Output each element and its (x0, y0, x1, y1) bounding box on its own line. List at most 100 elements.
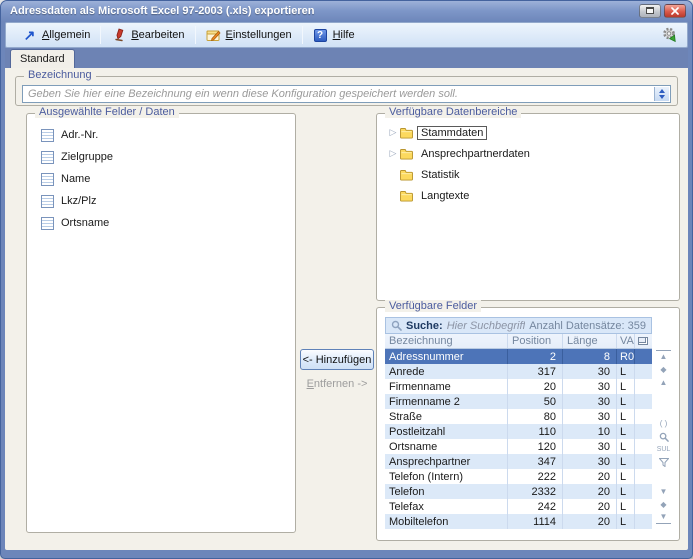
table-row[interactable]: Ortsname 120 30 L (385, 439, 652, 454)
toolbar-items: ↗ Allgemein Bearbeiten Einstellungen ? H… (14, 23, 363, 47)
cell-va: L (617, 394, 635, 409)
header-icon-cell[interactable] (635, 334, 651, 348)
cell-spacer (635, 379, 651, 394)
close-button[interactable] (664, 4, 686, 18)
field-search-bar[interactable]: Suche: Hier Suchbegriff eingebe Anzahl D… (385, 317, 652, 334)
add-button[interactable]: <- Hinzufügen (300, 349, 374, 370)
filter-icon[interactable] (656, 456, 671, 469)
toolbar-item-allgemein[interactable]: ↗ Allgemein (14, 26, 98, 45)
available-fields-group-label: Verfügbare Felder (385, 300, 481, 312)
scroll-top-icon[interactable]: ▲ (656, 350, 671, 363)
move-up-icon[interactable]: ◆ (656, 363, 671, 376)
bezeichnung-placeholder: Geben Sie hier eine Bezeichnung ein wenn… (28, 88, 458, 100)
fields-table: Bezeichnung Position Länge VA Adressnumm… (385, 334, 652, 529)
cell-spacer (635, 469, 651, 484)
cell-bezeichnung: Telefax (385, 499, 508, 514)
table-row[interactable]: Straße 80 30 L (385, 409, 652, 424)
tree-item-label: Stammdaten (417, 126, 487, 140)
cell-position: 20 (508, 379, 563, 394)
available-fields-group: Verfügbare Felder Suche: Hier Suchbegrif… (376, 307, 680, 541)
selected-field-item[interactable]: Adr.-Nr. (41, 124, 295, 146)
remove-button[interactable]: Entfernen -> (300, 378, 374, 390)
selected-fields-group-label: Ausgewählte Felder / Daten (35, 106, 179, 118)
cell-spacer (635, 424, 651, 439)
selected-fields-group: Ausgewählte Felder / Daten Adr.-Nr. Ziel… (26, 113, 296, 533)
expand-arrow-icon[interactable]: ▷ (387, 148, 399, 159)
cell-laenge: 30 (563, 409, 617, 424)
data-areas-tree: ▷ Stammdaten ▷ Ansprechpartnerdaten ▷ St (377, 114, 679, 206)
selected-field-item[interactable]: Zielgruppe (41, 146, 295, 168)
cell-spacer (635, 364, 651, 379)
toolbar-item-bearbeiten[interactable]: Bearbeiten (103, 26, 192, 45)
export-gear-icon[interactable] (661, 26, 679, 44)
cell-laenge: 20 (563, 484, 617, 499)
header-va[interactable]: VA (617, 334, 635, 348)
table-row[interactable]: Ansprechpartner 347 30 L (385, 454, 652, 469)
find-icon[interactable] (656, 430, 671, 443)
cell-bezeichnung: Ortsname (385, 439, 508, 454)
tree-item[interactable]: ▷ Stammdaten (387, 122, 679, 143)
help-icon: ? (313, 28, 328, 43)
table-row[interactable]: Adressnummer 2 8 R0 (385, 349, 652, 364)
table-row[interactable]: Telefon 2332 20 L (385, 484, 652, 499)
cell-va: L (617, 439, 635, 454)
toolbar-item-hilfe[interactable]: ? Hilfe (305, 26, 363, 45)
selected-field-label: Adr.-Nr. (61, 129, 98, 141)
fields-table-header[interactable]: Bezeichnung Position Länge VA (385, 334, 652, 349)
bezeichnung-group: Bezeichnung Geben Sie hier eine Bezeichn… (15, 76, 678, 106)
selected-field-label: Name (61, 173, 90, 185)
sum-icon[interactable]: SUL (656, 443, 671, 456)
titlebar: Adressdaten als Microsoft Excel 97-2003 … (1, 1, 692, 22)
window-title: Adressdaten als Microsoft Excel 97-2003 … (10, 5, 639, 17)
expand-arrow-icon[interactable]: ▷ (387, 127, 399, 138)
toolbar-item-label: Einstellungen (226, 29, 292, 41)
cell-bezeichnung: Postleitzahl (385, 424, 508, 439)
cell-bezeichnung: Firmenname 2 (385, 394, 508, 409)
edit-icon (111, 28, 126, 43)
table-field-icon (41, 195, 54, 208)
folder-icon (399, 127, 417, 139)
cell-spacer (635, 439, 651, 454)
table-row[interactable]: Mobiltelefon 1114 20 L (385, 514, 652, 529)
tree-item[interactable]: ▷ Ansprechpartnerdaten (387, 143, 679, 164)
page-up-icon[interactable]: ▲ (656, 376, 671, 389)
page-down-icon[interactable]: ▼ (656, 485, 671, 498)
tree-item-label: Statistik (417, 168, 464, 182)
table-row[interactable]: Postleitzahl 110 10 L (385, 424, 652, 439)
parentheses-icon[interactable]: ( ) (656, 417, 671, 430)
header-bezeichnung[interactable]: Bezeichnung (385, 334, 508, 348)
tree-item[interactable]: ▷ Statistik (387, 164, 679, 185)
header-laenge[interactable]: Länge (563, 334, 617, 348)
cell-position: 50 (508, 394, 563, 409)
tree-item[interactable]: ▷ Langtexte (387, 185, 679, 206)
maximize-button[interactable] (639, 4, 661, 18)
combobox-spinner-icon[interactable] (654, 87, 669, 101)
move-down-icon[interactable]: ◆ (656, 498, 671, 511)
cell-va: L (617, 364, 635, 379)
header-position[interactable]: Position (508, 334, 563, 348)
cell-va: L (617, 409, 635, 424)
maximize-icon (646, 7, 654, 14)
table-row[interactable]: Telefax 242 20 L (385, 499, 652, 514)
bezeichnung-combobox[interactable]: Geben Sie hier eine Bezeichnung ein wenn… (22, 85, 671, 103)
selected-field-item[interactable]: Ortsname (41, 212, 295, 234)
toolbar-item-einstellungen[interactable]: Einstellungen (198, 26, 300, 45)
cell-bezeichnung: Straße (385, 409, 508, 424)
table-row[interactable]: Firmenname 2 50 30 L (385, 394, 652, 409)
table-row[interactable]: Firmenname 20 30 L (385, 379, 652, 394)
tab-standard[interactable]: Standard (10, 49, 75, 68)
cell-spacer (635, 514, 651, 529)
search-placeholder: Hier Suchbegriff eingebe (447, 320, 526, 332)
table-row[interactable]: Anrede 317 30 L (385, 364, 652, 379)
cell-position: 110 (508, 424, 563, 439)
selected-fields-list: Adr.-Nr. Zielgruppe Name Lkz/Plz Ortsnam… (27, 114, 295, 234)
scroll-bottom-icon[interactable]: ▼ (656, 511, 671, 524)
selected-field-item[interactable]: Lkz/Plz (41, 190, 295, 212)
table-field-icon (41, 173, 54, 186)
toolbar-item-label: Hilfe (333, 29, 355, 41)
tab-label: Standard (20, 53, 65, 65)
cell-spacer (635, 499, 651, 514)
table-row[interactable]: Telefon (Intern) 222 20 L (385, 469, 652, 484)
selected-field-item[interactable]: Name (41, 168, 295, 190)
cell-va: L (617, 379, 635, 394)
